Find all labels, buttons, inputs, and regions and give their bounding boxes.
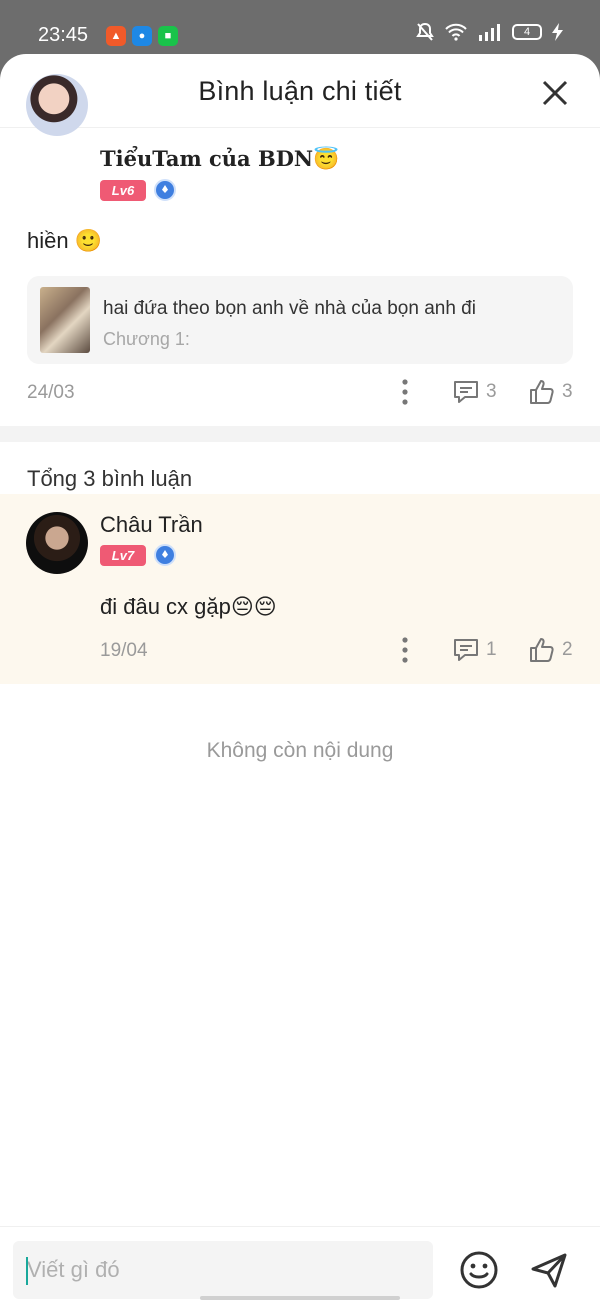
comment-icon [454, 381, 478, 403]
user-badges: Lv6 [100, 179, 176, 201]
bell-off-icon [416, 22, 434, 41]
quoted-passage[interactable]: hai đứa theo bọn anh về nhà của bọn anh … [27, 276, 573, 364]
user-badges: Lv7 [100, 544, 176, 566]
like-icon [530, 638, 554, 662]
reply-button[interactable]: 3 [452, 378, 497, 406]
username: TiểuTam của BDN [100, 146, 314, 171]
section-divider [0, 426, 600, 442]
quote-text: hai đứa theo bọn anh về nhà của bọn anh … [103, 298, 476, 319]
like-button[interactable]: 3 [528, 378, 573, 406]
charging-icon [552, 23, 563, 41]
like-count: 2 [562, 639, 573, 660]
system-icons: 4 [416, 22, 564, 42]
emoji-icon[interactable] [458, 1249, 500, 1291]
app-notification-icon: ■ [158, 26, 178, 46]
book-cover-thumbnail [40, 287, 90, 353]
comment-input-bar [0, 1226, 600, 1300]
list-item [0, 494, 600, 684]
home-indicator [200, 1296, 400, 1300]
reply-button[interactable]: 1 [452, 636, 497, 664]
reply-date: 19/04 [100, 640, 148, 661]
comment-body: hiền [27, 228, 69, 253]
medal-icon [154, 179, 176, 201]
end-of-list-text: Không còn nội dung [206, 739, 394, 762]
avatar[interactable] [26, 74, 88, 136]
more-button[interactable] [400, 378, 410, 406]
level-badge: Lv7 [100, 544, 146, 566]
comment-text: hiền 🙂 [27, 228, 102, 254]
more-button[interactable] [400, 636, 410, 664]
sheet-header: Bình luận chi tiết [0, 54, 600, 128]
comment-sheet: Bình luận chi tiết TiểuTam của BDN😇 Lv6 … [0, 54, 600, 1300]
comment-author[interactable]: TiểuTam của BDN😇 [100, 146, 339, 172]
wifi-icon [445, 23, 467, 41]
text-caret [26, 1257, 28, 1285]
comment-date: 24/03 [27, 382, 75, 403]
level-badge: Lv6 [100, 179, 146, 201]
total-comments-label: Tổng 3 bình luận [27, 466, 193, 491]
medal-icon [154, 544, 176, 566]
status-bar: 23:45 ▲ ● ■ 4 [0, 0, 600, 60]
comment-icon [454, 639, 478, 661]
username-emoji: 😇 [313, 146, 340, 171]
reply-text: đi đâu cx gặp😔😔 [100, 594, 277, 619]
send-icon[interactable] [528, 1249, 570, 1291]
status-time: 23:45 [38, 24, 89, 46]
comment-input[interactable] [13, 1241, 433, 1299]
notification-app-icons: ▲ ● ■ [106, 26, 178, 46]
quote-chapter: Chương 1: [103, 329, 190, 349]
like-icon [530, 380, 554, 404]
app-notification-icon: ▲ [106, 26, 126, 46]
close-icon[interactable] [540, 78, 570, 108]
signal-icon [479, 24, 500, 41]
like-button[interactable]: 2 [528, 636, 573, 664]
like-count: 3 [562, 381, 573, 402]
comment-emoji: 🙂 [74, 228, 103, 253]
reply-count: 3 [486, 381, 497, 402]
avatar[interactable] [26, 512, 88, 574]
battery-icon: 4 [512, 24, 542, 40]
reply-author[interactable]: Châu Trần [100, 512, 203, 538]
more-icon [402, 637, 408, 663]
more-icon [402, 379, 408, 405]
reply-count: 1 [486, 639, 497, 660]
app-notification-icon: ● [132, 26, 152, 46]
page-title: Bình luận chi tiết [198, 76, 402, 106]
